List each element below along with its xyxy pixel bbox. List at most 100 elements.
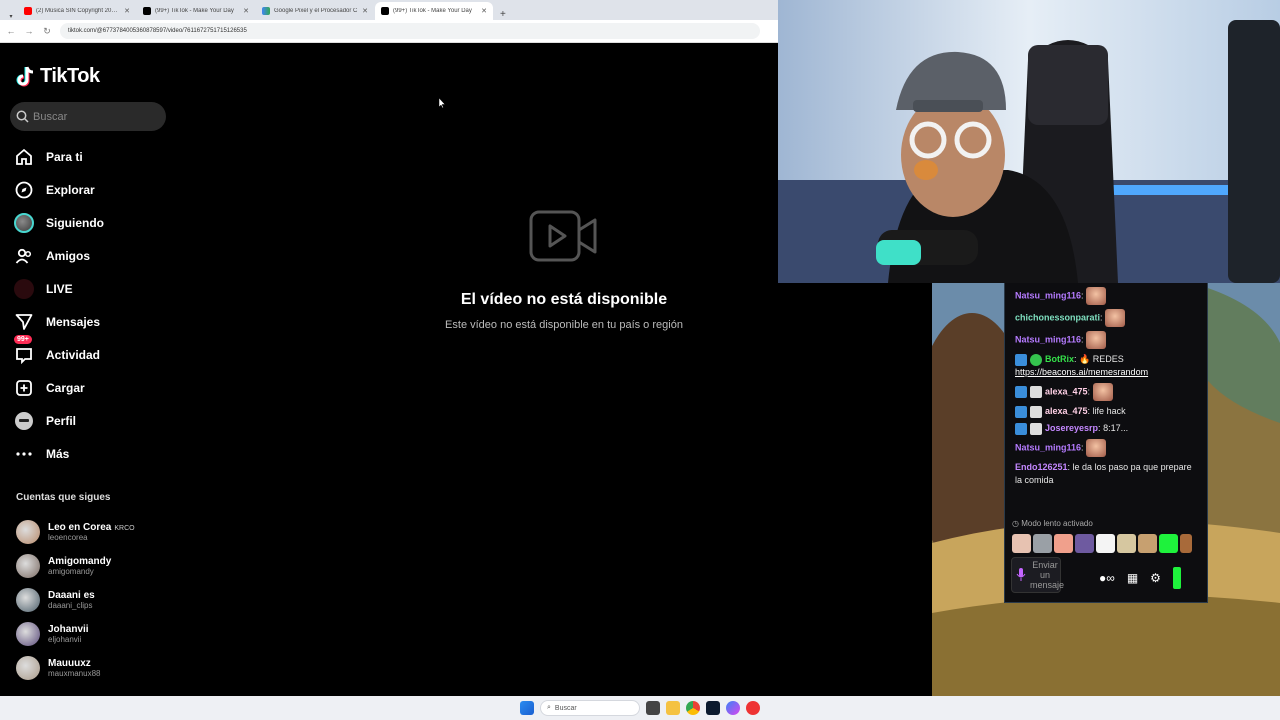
search-input[interactable] [33, 110, 153, 123]
chat-message: chichonessonparati: [1015, 309, 1197, 327]
chat-username[interactable]: Natsu_ming116 [1015, 334, 1081, 344]
home-icon [14, 147, 34, 167]
account-suffix: KRCO [114, 525, 135, 532]
messenger-icon[interactable] [726, 701, 740, 715]
file-explorer-icon[interactable] [666, 701, 680, 715]
chat-username[interactable]: chichonessonparati [1015, 312, 1100, 322]
send-icon [14, 312, 34, 332]
browser-tab[interactable]: (99+) TikTok - Make Your Day ✕ [137, 2, 255, 20]
close-tab-icon[interactable]: ✕ [481, 7, 487, 15]
emote-image [1086, 439, 1107, 457]
webcam-overlay [778, 0, 1280, 283]
emote-button[interactable] [1180, 534, 1192, 553]
chat-link[interactable]: https://beacons.ai/memesrandom [1015, 367, 1148, 377]
chat-username[interactable]: BotRix [1045, 354, 1074, 364]
moderator-badge-icon [1015, 386, 1027, 398]
profile-icon [14, 411, 34, 431]
browser-tab[interactable]: (2) Música SIN Copyright 2026 · ✕ [18, 2, 136, 20]
store-icon[interactable]: ▦ [1127, 571, 1138, 585]
emote-button[interactable] [1159, 534, 1178, 553]
chat-message-list[interactable]: Natsu_ming116: chichonessonparati: Natsu… [1005, 287, 1207, 487]
sidebar-item-amigos[interactable]: Amigos [14, 239, 174, 272]
sidebar-item-parati[interactable]: Para ti [14, 140, 174, 173]
following-section-title: Cuentas que sigues [16, 492, 111, 503]
avatar [16, 520, 40, 544]
close-tab-icon[interactable]: ✕ [362, 7, 368, 15]
emote-image [1092, 383, 1113, 401]
tab-title: (2) Música SIN Copyright 2026 · [36, 8, 121, 14]
url-field[interactable]: tiktok.com/@6773784005360878597/video/76… [60, 23, 760, 39]
windows-start-icon[interactable] [520, 701, 534, 715]
app-icon[interactable] [746, 701, 760, 715]
tiktok-logo[interactable]: TikTok [16, 65, 100, 88]
new-tab-button[interactable]: + [494, 9, 512, 20]
forward-arrow-icon[interactable]: → [24, 26, 34, 36]
emote-button[interactable] [1054, 534, 1073, 553]
browser-tab[interactable]: Google Pixel y el Procesador C ✕ [256, 2, 374, 20]
clock-icon: ◷ [1012, 519, 1019, 528]
chat-message: Josereyesrp: 8:17... [1015, 422, 1197, 435]
tiktok-wordmark: TikTok [40, 65, 100, 87]
sidebar-item-live[interactable]: LIVE [14, 272, 174, 305]
send-button[interactable] [1172, 567, 1181, 589]
sub-badge-icon [1030, 405, 1042, 418]
chat-text: 8:17... [1103, 423, 1129, 433]
emote-button[interactable] [1075, 534, 1094, 553]
account-username: daaani_clips [48, 601, 93, 610]
sidebar-item-ms[interactable]: Más [14, 437, 174, 470]
sidebar-item-siguiendo[interactable]: Siguiendo [14, 206, 174, 239]
emote-quick-bar [1012, 534, 1192, 553]
chat-message: Natsu_ming116: [1015, 331, 1197, 349]
emote-button[interactable] [1096, 534, 1115, 553]
emote-button[interactable] [1012, 534, 1031, 553]
reload-icon[interactable]: ↻ [42, 26, 52, 37]
chat-username[interactable]: alexa_475 [1045, 406, 1088, 416]
live-icon [14, 278, 34, 299]
sidebar-item-mensajes[interactable]: Mensajes [14, 305, 174, 338]
chat-username[interactable]: Natsu_ming116 [1015, 442, 1081, 452]
close-tab-icon[interactable]: ✕ [243, 7, 249, 15]
settings-gear-icon[interactable]: ⚙ [1150, 571, 1161, 585]
streamer-webcam-image [778, 0, 1280, 283]
following-account[interactable]: Mauuuxz mauxmanux88 [16, 651, 176, 685]
sidebar-item-cargar[interactable]: Cargar [14, 371, 174, 404]
sidebar-item-label: Perfil [46, 413, 77, 428]
chat-text: 🔥 REDES [1079, 354, 1124, 364]
close-tab-icon[interactable]: ✕ [124, 7, 130, 15]
following-account[interactable]: Johanvii eljohanvii [16, 617, 176, 651]
avatar [16, 622, 40, 646]
chat-input-field[interactable]: Enviar un mensaje [1011, 557, 1064, 593]
browser-tab-strip: ▾ (2) Música SIN Copyright 2026 · ✕ (99+) … [0, 0, 778, 20]
tab-title: Google Pixel y el Procesador C [274, 8, 358, 14]
emote-button[interactable] [1033, 534, 1052, 553]
tab-search-chevron-icon[interactable]: ▾ [4, 13, 18, 20]
back-arrow-icon[interactable]: ← [6, 26, 16, 36]
points-icon[interactable]: ●∞ [1099, 571, 1115, 585]
chat-username[interactable]: Endo126251 [1015, 462, 1068, 472]
video-unavailable-panel: El vídeo no está disponible Este vídeo n… [390, 208, 738, 331]
sidebar-item-explorar[interactable]: Explorar [14, 173, 174, 206]
chat-username[interactable]: alexa_475 [1045, 386, 1088, 396]
following-account[interactable]: Leo en Corea KRCO leoencorea [16, 515, 176, 549]
sidebar-item-perfil[interactable]: Perfil [14, 404, 174, 437]
chrome-icon[interactable] [686, 701, 700, 715]
emote-button[interactable] [1138, 534, 1157, 553]
address-bar-row: ← → ↻ tiktok.com/@6773784005360878597/vi… [0, 20, 778, 43]
chat-message: alexa_475: life hack [1015, 405, 1197, 418]
following-account[interactable]: Amigomandy amigomandy [16, 549, 176, 583]
chat-username[interactable]: Josereyesrp [1045, 423, 1098, 433]
taskbar-search[interactable]: ⌕ Buscar [540, 700, 640, 716]
following-account[interactable]: Daaani es daaani_clips [16, 583, 176, 617]
task-view-icon[interactable] [646, 701, 660, 715]
account-username: amigomandy [48, 567, 94, 576]
browser-tab[interactable]: (99+) TikTok - Make Your Day ✕ [375, 2, 493, 20]
sidebar-item-actividad[interactable]: 99+ Actividad [14, 334, 174, 371]
search-box[interactable] [10, 102, 166, 131]
photoshop-icon[interactable] [706, 701, 720, 715]
chat-username[interactable]: Natsu_ming116 [1015, 290, 1081, 300]
microphone-icon[interactable] [1016, 568, 1026, 582]
chat-text: life hack [1092, 406, 1126, 416]
video-camera-icon [529, 210, 597, 262]
emote-button[interactable] [1117, 534, 1136, 553]
account-name: Mauuuxz [48, 658, 91, 669]
